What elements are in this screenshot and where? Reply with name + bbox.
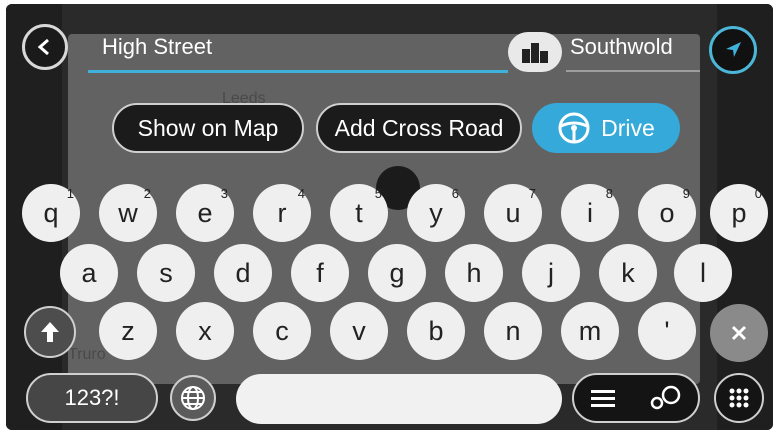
back-arrow-icon <box>37 38 49 56</box>
main-menu-button[interactable] <box>714 373 764 423</box>
list-icon[interactable] <box>589 387 617 409</box>
city-icon <box>522 43 548 63</box>
key-c[interactable]: c <box>253 302 311 360</box>
add-cross-road-button[interactable]: Add Cross Road <box>316 103 522 153</box>
search-input[interactable]: High Street <box>102 34 212 60</box>
backspace-key[interactable] <box>710 304 768 362</box>
key-q[interactable]: q1 <box>22 184 80 242</box>
key-a[interactable]: a <box>60 244 118 302</box>
key-p[interactable]: p0 <box>710 184 768 242</box>
map-label: Truro <box>68 346 106 363</box>
key-j[interactable]: j <box>522 244 580 302</box>
city-underline <box>566 70 700 72</box>
city-field[interactable]: Southwold <box>570 34 673 60</box>
steering-wheel-icon <box>558 112 590 144</box>
navigation-arrow-icon <box>726 42 741 57</box>
key-k[interactable]: k <box>599 244 657 302</box>
menu-grid-icon <box>729 388 749 408</box>
search-underline <box>88 70 508 73</box>
key-r[interactable]: r4 <box>253 184 311 242</box>
key-l[interactable]: l <box>674 244 732 302</box>
key-d[interactable]: d <box>214 244 272 302</box>
key-e[interactable]: e3 <box>176 184 234 242</box>
key-y[interactable]: y6 <box>407 184 465 242</box>
space-bar[interactable] <box>236 374 562 424</box>
key-h[interactable]: h <box>445 244 503 302</box>
drive-label: Drive <box>601 114 655 141</box>
globe-icon <box>181 386 205 410</box>
back-button[interactable] <box>22 24 68 70</box>
key-u[interactable]: u7 <box>484 184 542 242</box>
key-w[interactable]: w2 <box>99 184 157 242</box>
numbers-symbols-button[interactable]: 123?! <box>26 373 158 423</box>
search-options-toggle[interactable] <box>572 373 700 423</box>
key-t[interactable]: t5 <box>330 184 388 242</box>
city-button[interactable] <box>508 32 562 72</box>
device-screen: Leeds Truro High Street Southwold Show o… <box>6 4 773 430</box>
shift-key[interactable] <box>24 306 76 358</box>
key-n[interactable]: n <box>484 302 542 360</box>
key-z[interactable]: z <box>99 302 157 360</box>
show-on-map-button[interactable]: Show on Map <box>112 103 304 153</box>
key-s[interactable]: s <box>137 244 195 302</box>
key-f[interactable]: f <box>291 244 349 302</box>
shift-arrow-icon <box>41 322 59 342</box>
key-i[interactable]: i8 <box>561 184 619 242</box>
key-v[interactable]: v <box>330 302 388 360</box>
key-b[interactable]: b <box>407 302 465 360</box>
search-options-icon[interactable] <box>647 383 683 413</box>
key-m[interactable]: m <box>561 302 619 360</box>
navigation-button[interactable] <box>709 26 757 74</box>
language-button[interactable] <box>170 375 216 421</box>
key-g[interactable]: g <box>368 244 426 302</box>
key-o[interactable]: o9 <box>638 184 696 242</box>
drive-button[interactable]: Drive <box>532 103 680 153</box>
backspace-icon <box>731 325 747 341</box>
key-x[interactable]: x <box>176 302 234 360</box>
key-apostrophe[interactable]: ' <box>638 302 696 360</box>
